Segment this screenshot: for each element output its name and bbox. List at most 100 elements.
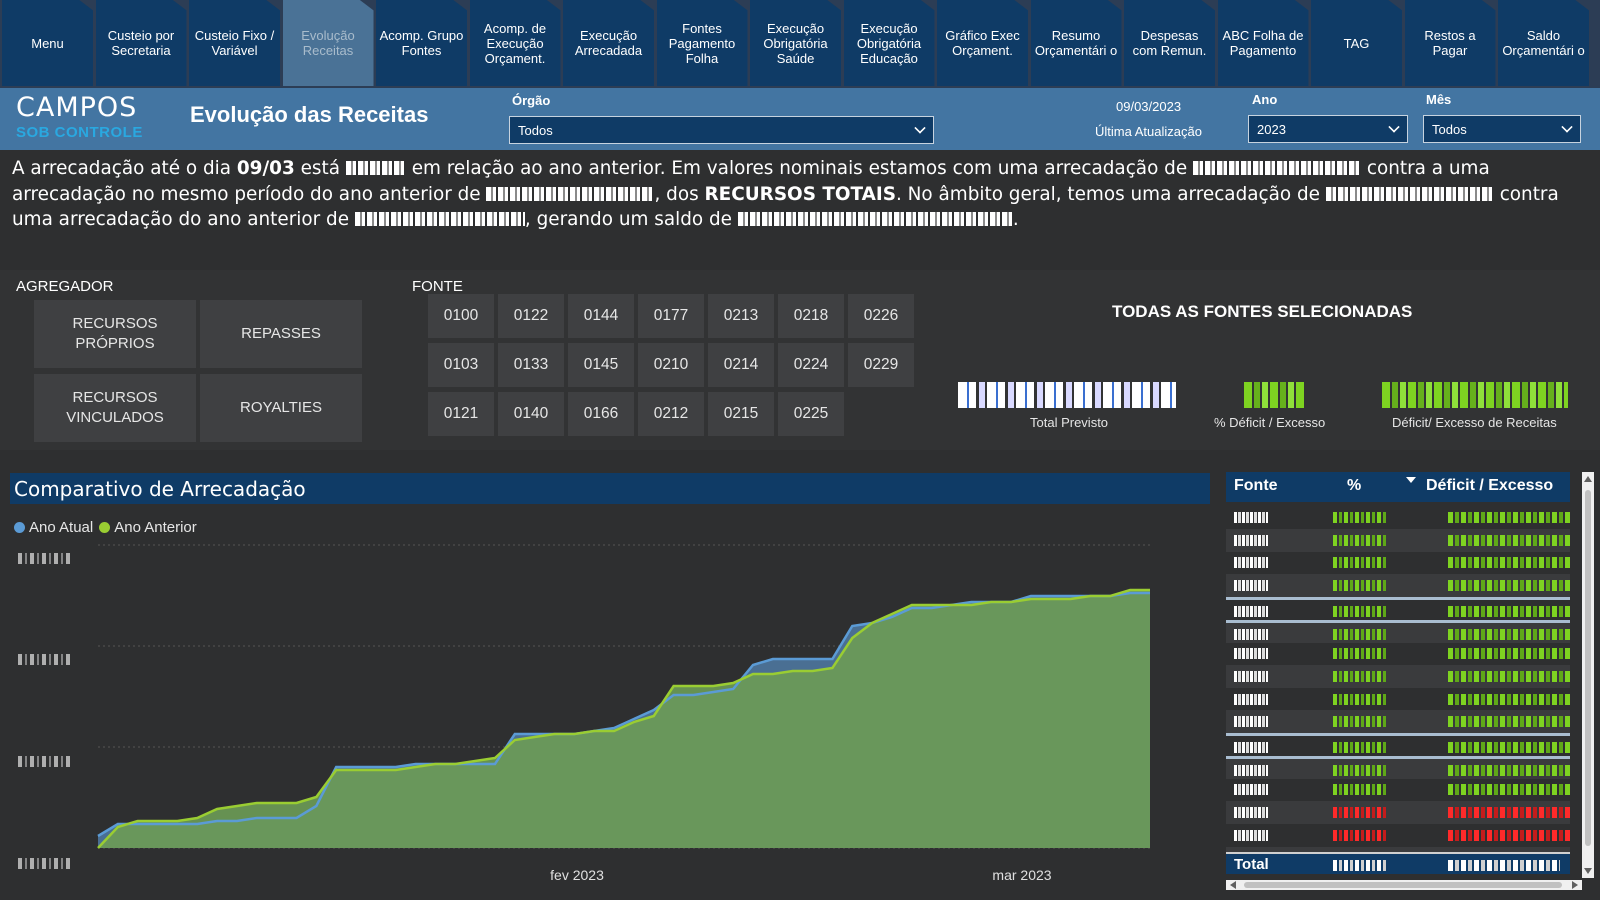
fonte-button-0226[interactable]: 0226 <box>848 294 914 338</box>
comparativo-chart[interactable]: fev 2023 mar 2023 <box>10 540 1190 896</box>
chart-title-bar: Comparativo de Arrecadação <box>10 473 1210 504</box>
table-row[interactable] <box>1226 664 1570 688</box>
agregador-button-royalties[interactable]: ROYALTIES <box>200 374 362 442</box>
fonte-button-0218[interactable]: 0218 <box>778 294 844 338</box>
fonte-cell <box>1234 628 1268 640</box>
table-row[interactable] <box>1226 710 1570 734</box>
nav-tab-tag[interactable]: TAG <box>1311 0 1402 86</box>
mes-select-value: Todos <box>1432 122 1467 137</box>
fonte-button-0177[interactable]: 0177 <box>638 294 704 338</box>
nav-tab-saldo-or-ament-ri-o[interactable]: Saldo Orçamentári o <box>1498 0 1589 86</box>
fonte-button-0215[interactable]: 0215 <box>708 392 774 436</box>
fonte-button-0212[interactable]: 0212 <box>638 392 704 436</box>
legend-label: Ano Atual <box>29 519 94 536</box>
scroll-right-icon[interactable] <box>1572 881 1578 889</box>
agregador-button-recursos-vinculados[interactable]: RECURSOS VINCULADOS <box>34 374 196 442</box>
ano-label: Ano <box>1252 92 1278 107</box>
legend-item-ano-anterior[interactable]: Ano Anterior <box>99 519 197 536</box>
logo: CAMPOS SOB CONTROLE <box>16 92 166 142</box>
nav-tab-fontes-pagamento-folha[interactable]: Fontes Pagamento Folha <box>656 0 748 86</box>
nav-tab-acomp-de-execu-o-or-ament[interactable]: Acomp. de Execução Orçament. <box>469 0 561 86</box>
chart-legend: Ano Atual Ano Anterior <box>14 519 203 536</box>
deficit-excesso-value <box>1382 382 1568 408</box>
pct-cell <box>1333 534 1387 546</box>
nav-tab-execu-o-obrigat-ria-sa-de[interactable]: Execução Obrigatória Saúde <box>750 0 841 86</box>
nav-tab-restos-a-pagar[interactable]: Restos a Pagar <box>1404 0 1496 86</box>
nav-tab-acomp-grupo-fontes[interactable]: Acomp. Grupo Fontes <box>376 0 467 86</box>
fonte-button-0140[interactable]: 0140 <box>498 392 564 436</box>
total-previsto-label: Total Previsto <box>1030 415 1109 430</box>
mes-select[interactable]: Todos <box>1423 115 1581 143</box>
nav-tab-execu-o-obrigat-ria-educa-o[interactable]: Execução Obrigatória Educação <box>843 0 935 86</box>
orgao-select[interactable]: Todos <box>509 116 934 144</box>
fonte-button-0100[interactable]: 0100 <box>428 294 494 338</box>
table-row[interactable] <box>1226 642 1570 665</box>
scroll-left-icon[interactable] <box>1230 881 1236 889</box>
legend-item-ano-atual[interactable]: Ano Atual <box>14 519 93 536</box>
nav-tab-custeio-por-secretaria[interactable]: Custeio por Secretaria <box>95 0 187 86</box>
redacted-value <box>345 161 406 175</box>
pct-cell <box>1333 605 1387 617</box>
deficit-cell <box>1448 784 1570 796</box>
table-row[interactable] <box>1226 619 1570 643</box>
total-label: Total <box>1234 856 1269 873</box>
table-row[interactable] <box>1226 551 1570 574</box>
table-row[interactable] <box>1226 824 1570 847</box>
fonte-cell <box>1234 829 1268 841</box>
fonte-button-0213[interactable]: 0213 <box>708 294 774 338</box>
fonte-button-0144[interactable]: 0144 <box>568 294 634 338</box>
nav-tab-resumo-or-ament-ri-o[interactable]: Resumo Orçamentári o <box>1030 0 1122 86</box>
nav-tab-menu[interactable]: Menu <box>2 0 93 86</box>
table-row[interactable] <box>1226 801 1570 825</box>
agregador-button-recursos-proprios[interactable]: RECURSOS PRÓPRIOS <box>34 300 196 368</box>
table-row[interactable] <box>1226 528 1570 552</box>
table-row[interactable] <box>1226 755 1570 779</box>
fonte-button-0229[interactable]: 0229 <box>848 343 914 387</box>
fonte-cell <box>1234 693 1268 705</box>
scroll-down-icon[interactable] <box>1584 868 1592 874</box>
summary-text: . <box>1012 209 1019 230</box>
fonte-button-0103[interactable]: 0103 <box>428 343 494 387</box>
deficit-cell <box>1448 605 1570 617</box>
agregador-button-repasses[interactable]: REPASSES <box>200 300 362 368</box>
col-header-deficit[interactable]: Déficit / Excesso <box>1426 477 1553 495</box>
nav-tab-evolu-o-receitas[interactable]: Evolução Receitas <box>282 0 374 86</box>
fonte-button-0214[interactable]: 0214 <box>708 343 774 387</box>
fonte-cell <box>1234 716 1268 728</box>
summary-bold: RECURSOS TOTAIS <box>704 183 896 205</box>
fonte-button-0225[interactable]: 0225 <box>778 392 844 436</box>
table-horizontal-scrollbar[interactable] <box>1226 880 1582 890</box>
fonte-button-0145[interactable]: 0145 <box>568 343 634 387</box>
nav-tab-abc-folha-de-pagamento[interactable]: ABC Folha de Pagamento <box>1217 0 1309 86</box>
fonte-label: FONTE <box>412 278 463 295</box>
table-row[interactable] <box>1226 778 1570 801</box>
col-header-fonte[interactable]: Fonte <box>1234 477 1278 495</box>
agregador-label: AGREGADOR <box>16 278 114 295</box>
nav-tab-gr-fico-exec-or-ament[interactable]: Gráfico Exec Orçament. <box>937 0 1028 86</box>
scroll-up-icon[interactable] <box>1584 476 1592 482</box>
nav-tab-despesas-com-remun[interactable]: Despesas com Remun. <box>1124 0 1215 86</box>
x-tick-label: fev 2023 <box>550 867 604 883</box>
ano-select[interactable]: 2023 <box>1248 115 1408 143</box>
table-row[interactable] <box>1226 574 1570 598</box>
deficit-excesso-label: Déficit/ Excesso de Receitas <box>1392 415 1557 430</box>
fonte-button-0121[interactable]: 0121 <box>428 392 494 436</box>
fonte-button-0210[interactable]: 0210 <box>638 343 704 387</box>
table-row[interactable] <box>1226 596 1570 620</box>
table-row[interactable] <box>1226 506 1570 529</box>
nav-tab-execu-o-arrecadada[interactable]: Execução Arrecadada <box>563 0 654 86</box>
fonte-button-0166[interactable]: 0166 <box>568 392 634 436</box>
col-header-pct[interactable]: % <box>1347 477 1361 495</box>
table-row[interactable] <box>1226 688 1570 711</box>
scroll-thumb[interactable] <box>1244 882 1562 888</box>
pct-cell <box>1333 670 1387 682</box>
fonte-button-0122[interactable]: 0122 <box>498 294 564 338</box>
fonte-button-0224[interactable]: 0224 <box>778 343 844 387</box>
fonte-button-0133[interactable]: 0133 <box>498 343 564 387</box>
mes-label: Mês <box>1426 92 1452 107</box>
pct-cell <box>1333 580 1387 592</box>
table-vertical-scrollbar[interactable] <box>1582 472 1594 878</box>
nav-tab-custeio-fixo-vari-vel[interactable]: Custeio Fixo / Variável <box>189 0 280 86</box>
scroll-thumb[interactable] <box>1585 490 1591 846</box>
table-row[interactable] <box>1226 733 1570 756</box>
